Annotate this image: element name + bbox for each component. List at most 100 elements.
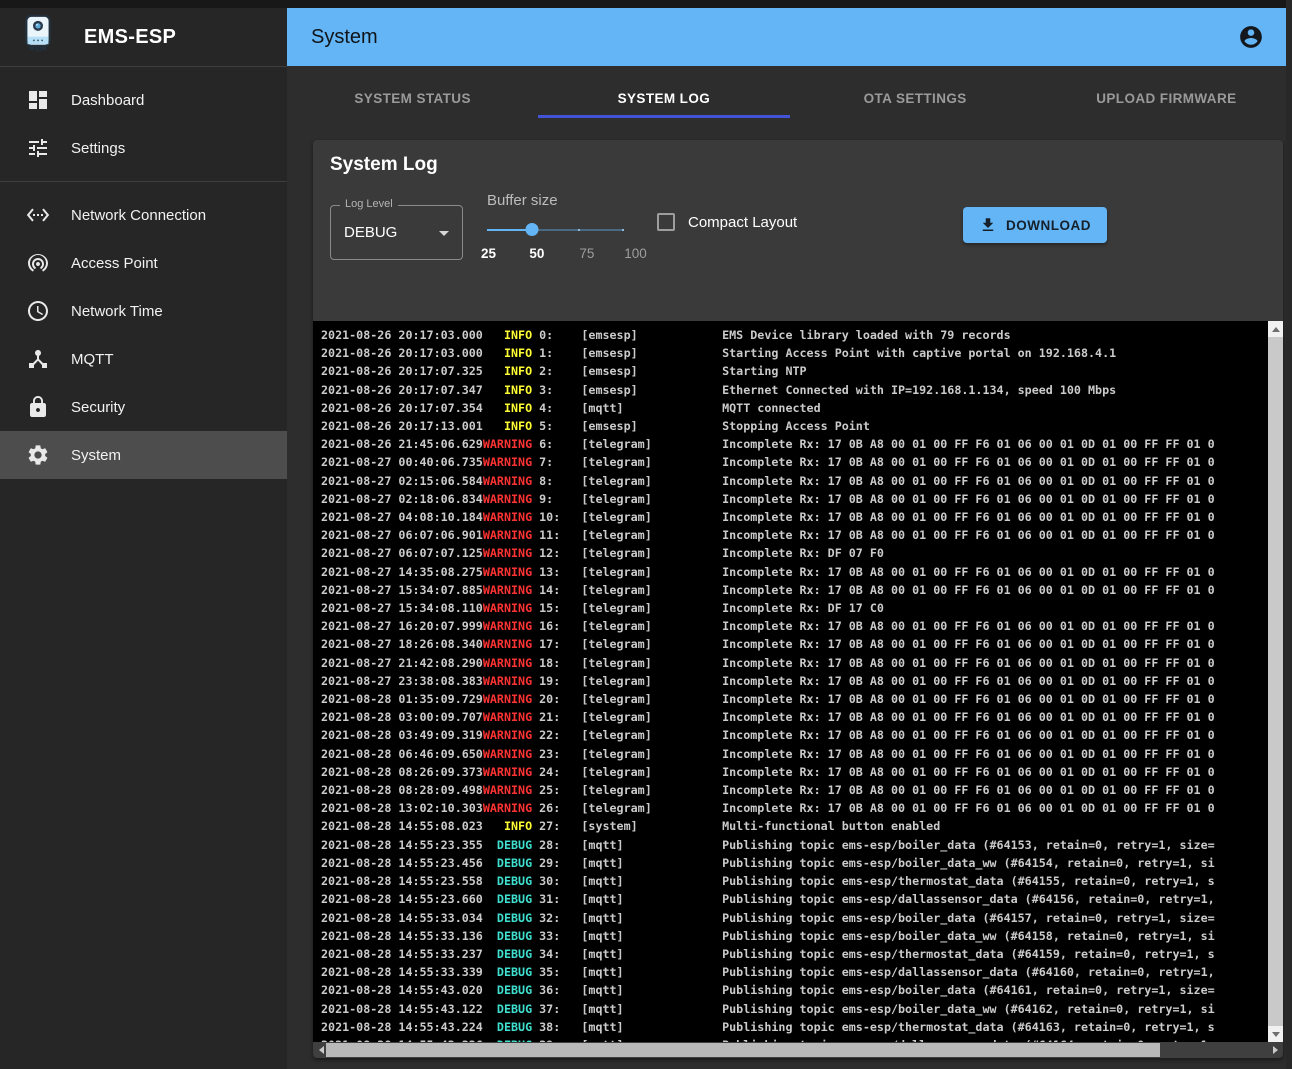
compact-layout-label: Compact Layout (688, 214, 797, 231)
sidebar: EMS-ESP Dashboard Settings Network Connect… (0, 8, 287, 1069)
slider-mark-75[interactable]: 75 (579, 246, 594, 261)
download-button[interactable]: DOWNLOAD (963, 207, 1107, 243)
compact-layout-checkbox[interactable]: Compact Layout (657, 213, 797, 231)
log-line: 2021-08-27 02:15:06.584WARNING 8: [teleg… (321, 472, 1268, 490)
horizontal-scrollbar-thumb[interactable] (326, 1043, 1160, 1057)
buffer-size-slider[interactable] (487, 223, 623, 237)
sidebar-item-security[interactable]: Security (0, 383, 287, 431)
tab-upload-firmware[interactable]: UPLOAD FIRMWARE (1041, 66, 1292, 130)
log-line: 2021-08-28 14:55:08.023 INFO 27: [system… (321, 817, 1268, 835)
ems-esp-logo-icon (18, 13, 58, 62)
slider-marks: 255075100 (487, 246, 637, 264)
log-line: 2021-08-26 21:45:06.629WARNING 6: [teleg… (321, 435, 1268, 453)
slider-thumb[interactable] (526, 223, 539, 236)
log-line: 2021-08-27 14:35:08.275WARNING 13: [tele… (321, 563, 1268, 581)
log-line: 2021-08-28 06:46:09.650WARNING 23: [tele… (321, 745, 1268, 763)
log-line: 2021-08-28 14:55:23.558 DEBUG 30: [mqtt]… (321, 872, 1268, 890)
log-controls: Log Level DEBUG Buffer size 25 50 75 100 (313, 192, 1283, 321)
log-line: 2021-08-28 14:55:23.355 DEBUG 28: [mqtt]… (321, 836, 1268, 854)
log-line: 2021-08-26 20:17:07.354 INFO 4: [mqtt] M… (321, 399, 1268, 417)
slider-mark-100[interactable]: 100 (624, 246, 647, 261)
sidebar-item-label: Dashboard (71, 92, 144, 109)
page-title: System (311, 26, 378, 49)
dashboard-icon (26, 88, 50, 112)
brand: EMS-ESP (0, 8, 287, 66)
log-line: 2021-08-28 14:55:33.339 DEBUG 35: [mqtt]… (321, 963, 1268, 981)
sidebar-item-label: Network Time (71, 303, 163, 320)
account-circle-icon[interactable] (1238, 24, 1264, 50)
log-line: 2021-08-27 23:38:08.383WARNING 19: [tele… (321, 672, 1268, 690)
scroll-down-button[interactable] (1268, 1026, 1283, 1042)
access-point-icon (26, 251, 50, 275)
log-line: 2021-08-28 14:55:33.034 DEBUG 32: [mqtt]… (321, 909, 1268, 927)
log-output: 2021-08-26 20:17:03.000 INFO 0: [emsesp]… (321, 326, 1268, 1042)
top-strip (0, 0, 1292, 8)
log-line: 2021-08-26 20:17:03.000 INFO 1: [emsesp]… (321, 344, 1268, 362)
log-line: 2021-08-28 03:49:09.319WARNING 22: [tele… (321, 726, 1268, 744)
scroll-up-button[interactable] (1268, 321, 1283, 337)
log-line: 2021-08-28 14:55:33.136 DEBUG 33: [mqtt]… (321, 927, 1268, 945)
card-title: System Log (313, 140, 1283, 176)
log-box: 2021-08-26 20:17:03.000 INFO 0: [emsesp]… (313, 321, 1283, 1058)
slider-mark-25[interactable]: 25 (481, 246, 496, 261)
vertical-scrollbar-thumb[interactable] (1268, 337, 1283, 1026)
log-line: 2021-08-28 14:55:43.224 DEBUG 38: [mqtt]… (321, 1018, 1268, 1036)
page-scrollbar-edge (1286, 0, 1292, 1069)
brand-title: EMS-ESP (84, 26, 176, 49)
log-line: 2021-08-28 01:35:09.729WARNING 20: [tele… (321, 690, 1268, 708)
ethernet-icon (26, 203, 50, 227)
log-line: 2021-08-26 20:17:07.347 INFO 3: [emsesp]… (321, 381, 1268, 399)
sidebar-item-system[interactable]: System (0, 431, 287, 479)
sidebar-item-access-point[interactable]: Access Point (0, 239, 287, 287)
checkbox-icon (657, 213, 675, 231)
log-line: 2021-08-28 08:26:09.373WARNING 24: [tele… (321, 763, 1268, 781)
tab-ota-settings[interactable]: OTA SETTINGS (790, 66, 1041, 130)
download-button-label: DOWNLOAD (1006, 218, 1091, 233)
log-line: 2021-08-27 15:34:08.110WARNING 15: [tele… (321, 599, 1268, 617)
slider-tick (578, 229, 580, 231)
log-line: 2021-08-28 14:55:33.237 DEBUG 34: [mqtt]… (321, 945, 1268, 963)
log-level-label: Log Level (340, 198, 398, 210)
slider-tick (622, 229, 624, 231)
system-log-card: System Log Log Level DEBUG Buffer size (313, 140, 1283, 1058)
gear-icon (26, 443, 50, 467)
sidebar-item-network-connection[interactable]: Network Connection (0, 191, 287, 239)
sidebar-item-network-time[interactable]: Network Time (0, 287, 287, 335)
tab-bar: SYSTEM STATUSSYSTEM LOGOTA SETTINGSUPLOA… (287, 66, 1292, 130)
log-line: 2021-08-28 14:55:23.660 DEBUG 31: [mqtt]… (321, 890, 1268, 908)
lock-icon (26, 395, 50, 419)
log-level-select[interactable]: Log Level DEBUG (330, 205, 463, 260)
sidebar-item-dashboard[interactable]: Dashboard (0, 76, 287, 124)
log-line: 2021-08-28 14:55:23.456 DEBUG 29: [mqtt]… (321, 854, 1268, 872)
log-line: 2021-08-27 18:26:08.340WARNING 17: [tele… (321, 635, 1268, 653)
sidebar-item-label: MQTT (71, 351, 114, 368)
triangle-right-icon (1273, 1046, 1278, 1054)
log-line: 2021-08-27 21:42:08.290WARNING 18: [tele… (321, 654, 1268, 672)
sidebar-group: Network ConnectionAccess Point Network Ti… (0, 182, 287, 488)
log-line: 2021-08-27 15:34:07.885WARNING 14: [tele… (321, 581, 1268, 599)
vertical-scrollbar[interactable] (1268, 321, 1283, 1042)
scroll-right-button[interactable] (1267, 1042, 1283, 1058)
log-line: 2021-08-27 02:18:06.834WARNING 9: [teleg… (321, 490, 1268, 508)
slider-mark-50[interactable]: 50 (529, 246, 544, 261)
sidebar-group: Dashboard Settings (0, 67, 287, 181)
download-icon (979, 216, 997, 234)
sidebar-item-mqtt[interactable]: MQTT (0, 335, 287, 383)
log-line: 2021-08-27 04:08:10.184WARNING 10: [tele… (321, 508, 1268, 526)
log-line: 2021-08-28 14:55:43.020 DEBUG 36: [mqtt]… (321, 981, 1268, 999)
horizontal-scrollbar[interactable] (313, 1042, 1283, 1058)
sidebar-item-label: Security (71, 399, 125, 416)
hub-icon (26, 347, 50, 371)
sidebar-nav: Dashboard Settings Network ConnectionAcces… (0, 67, 287, 488)
triangle-down-icon (1272, 1032, 1280, 1037)
app-shell: EMS-ESP Dashboard Settings Network Connect… (0, 8, 1292, 1069)
log-line: 2021-08-27 00:40:06.735WARNING 7: [teleg… (321, 453, 1268, 471)
clock-icon (26, 299, 50, 323)
buffer-size-label: Buffer size (487, 192, 637, 209)
tab-system-status[interactable]: SYSTEM STATUS (287, 66, 538, 130)
chevron-down-icon (439, 231, 449, 236)
sidebar-item-settings[interactable]: Settings (0, 124, 287, 172)
tune-icon (26, 136, 50, 160)
log-line: 2021-08-28 08:28:09.498WARNING 25: [tele… (321, 781, 1268, 799)
tab-system-log[interactable]: SYSTEM LOG (538, 66, 789, 130)
